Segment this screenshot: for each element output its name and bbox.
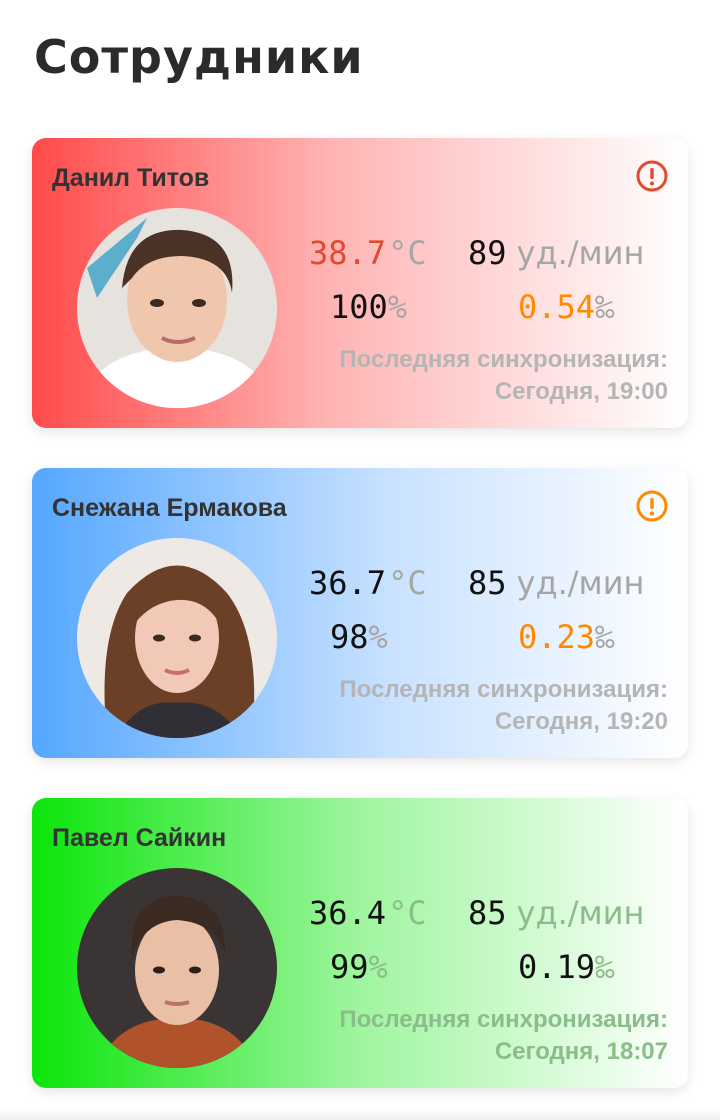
alcohol-value: 0.54‰ (518, 288, 615, 326)
page-title: Сотрудники (34, 30, 364, 84)
pulse-value: 89 уд./мин (468, 234, 645, 272)
last-sync: Последняя синхронизация: Сегодня, 19:00 (339, 344, 668, 408)
employee-card-1[interactable]: Данил Титов 38.7°C 89 уд./мин 100% 0.54‰ … (32, 138, 688, 428)
employee-card-2[interactable]: Снежана Ермакова 36.7°C 85 уд./мин 98% 0.… (32, 468, 688, 758)
last-sync: Последняя синхронизация: Сегодня, 19:20 (339, 674, 668, 738)
oxygen-value: 100% (330, 288, 408, 326)
alcohol-value: 0.19‰ (518, 948, 615, 986)
last-sync-label: Последняя синхронизация: (339, 346, 668, 373)
alert-icon[interactable] (636, 490, 668, 522)
pulse-value: 85 уд./мин (468, 564, 645, 602)
employee-name: Данил Титов (52, 164, 210, 192)
avatar (77, 208, 277, 408)
last-sync-time: Сегодня, 18:07 (494, 1038, 668, 1065)
alcohol-value: 0.23‰ (518, 618, 615, 656)
last-sync-label: Последняя синхронизация: (339, 676, 668, 703)
last-sync-label: Последняя синхронизация: (339, 1006, 668, 1033)
oxygen-value: 98% (330, 618, 388, 656)
last-sync-time: Сегодня, 19:00 (494, 378, 668, 405)
employee-name: Павел Сайкин (52, 824, 227, 852)
employee-card-3[interactable]: Павел Сайкин 36.4°C 85 уд./мин 99% 0.19‰ … (32, 798, 688, 1088)
avatar (77, 538, 277, 738)
last-sync: Последняя синхронизация: Сегодня, 18:07 (339, 1004, 668, 1068)
temperature-value: 36.7°C (309, 564, 427, 602)
last-sync-time: Сегодня, 19:20 (494, 708, 668, 735)
temperature-value: 38.7°C (309, 234, 427, 272)
employee-name: Снежана Ермакова (52, 494, 287, 522)
bottom-edge (0, 1108, 720, 1120)
oxygen-value: 99% (330, 948, 388, 986)
alert-icon[interactable] (636, 160, 668, 192)
temperature-value: 36.4°C (309, 894, 427, 932)
pulse-value: 85 уд./мин (468, 894, 645, 932)
avatar (77, 868, 277, 1068)
